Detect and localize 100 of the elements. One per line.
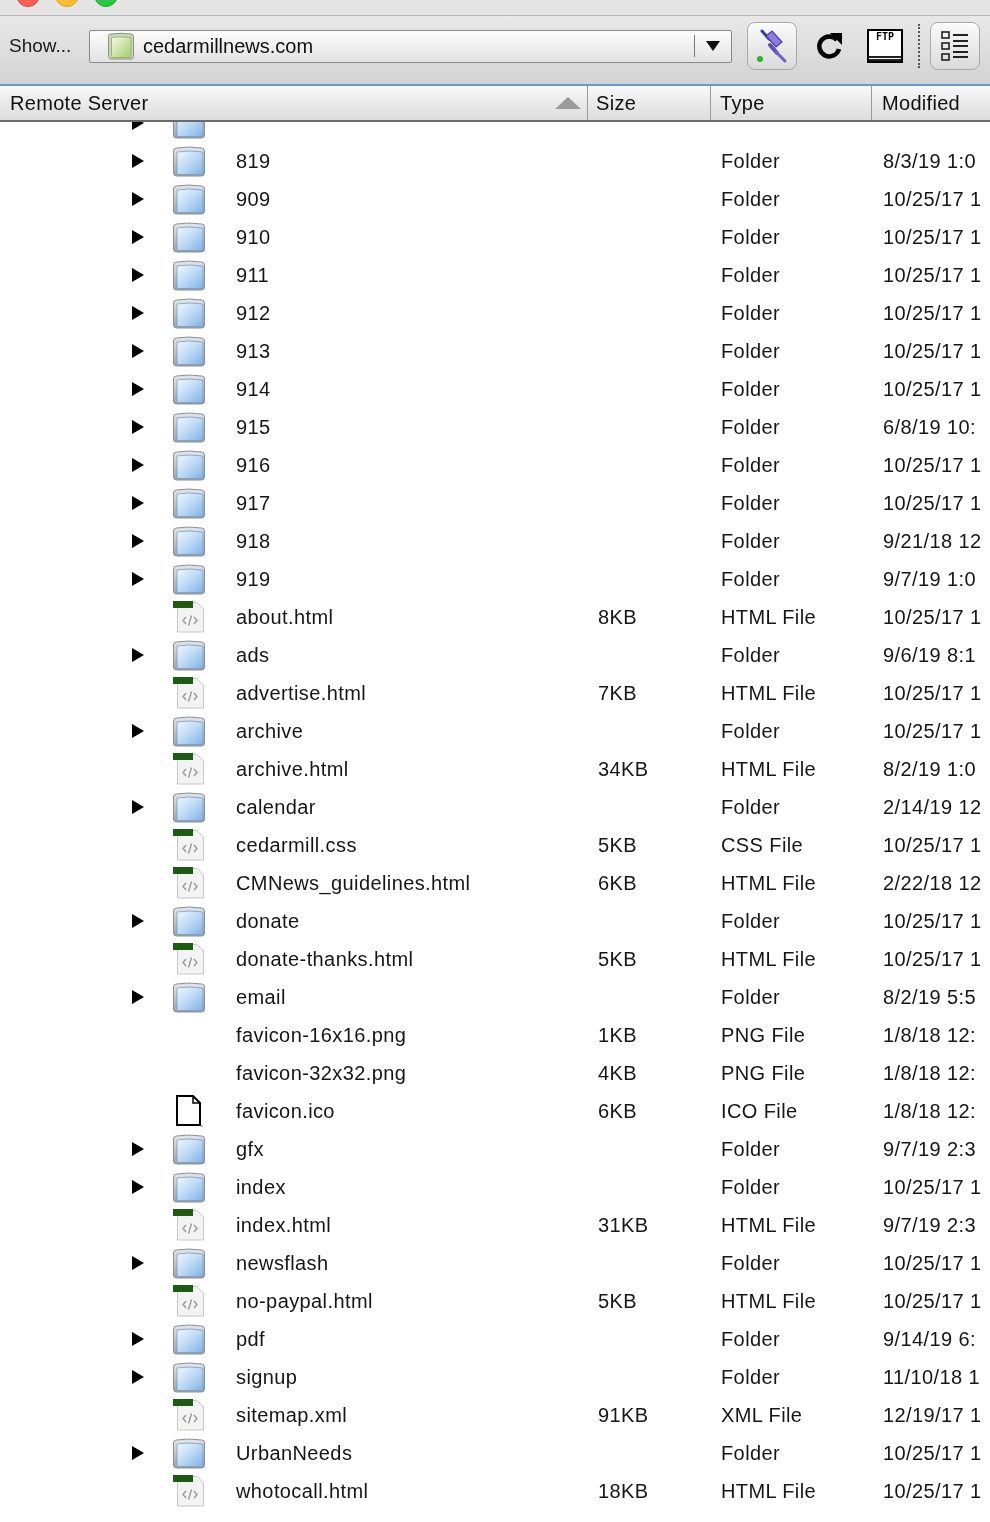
file-size: 31KB <box>598 1214 649 1236</box>
file-type: HTML File <box>721 872 817 894</box>
code-file-icon <box>173 1285 205 1317</box>
site-dropdown[interactable]: cedarmillnews.com <box>89 29 732 63</box>
modified-date: 1/8/18 12: <box>883 1100 976 1122</box>
folder-icon <box>172 1133 206 1165</box>
file-type: Folder <box>721 530 781 552</box>
disclosure-triangle-icon[interactable] <box>132 154 144 168</box>
disclosure-triangle-icon[interactable] <box>132 306 144 320</box>
folder-icon <box>172 373 206 405</box>
disclosure-triangle-icon[interactable] <box>132 420 144 434</box>
modified-date: 10/25/17 1 <box>883 188 982 210</box>
file-type: HTML File <box>721 1290 817 1312</box>
disclosure-triangle-icon[interactable] <box>132 496 144 510</box>
file-name: donate-thanks.html <box>236 947 414 972</box>
disclosure-triangle-icon[interactable] <box>132 1446 144 1460</box>
folder-icon <box>172 1171 206 1203</box>
column-header[interactable]: Type <box>711 88 765 118</box>
file-size: 6KB <box>598 872 637 894</box>
expand-view-button[interactable] <box>930 22 980 70</box>
code-file-icon <box>173 1475 205 1507</box>
folder-icon <box>172 791 206 823</box>
file-name: cedarmill.css <box>236 833 357 858</box>
modified-date: 10/25/17 1 <box>883 378 982 400</box>
file-size: 6KB <box>598 1100 637 1122</box>
caret-icon <box>706 41 720 51</box>
file-name: 909 <box>236 187 271 212</box>
disclosure-triangle-icon[interactable] <box>132 1180 144 1194</box>
file-size: 34KB <box>598 758 649 780</box>
file-type: Folder <box>721 1252 781 1274</box>
file-name: 913 <box>236 339 271 364</box>
file-type: Folder <box>721 910 781 932</box>
modified-date: 8/2/19 5:5 <box>883 986 976 1008</box>
disclosure-triangle-icon[interactable] <box>132 458 144 472</box>
file-type: XML File <box>721 1404 803 1426</box>
file-name: 917 <box>236 491 271 516</box>
file-type: Folder <box>721 1442 781 1464</box>
file-type: HTML File <box>721 606 817 628</box>
file-type: ICO File <box>721 1100 798 1122</box>
disclosure-triangle-icon[interactable] <box>132 268 144 282</box>
disclosure-triangle-icon[interactable] <box>132 192 144 206</box>
disclosure-triangle-icon[interactable] <box>132 382 144 396</box>
modified-date: 6/8/19 10: <box>883 416 976 438</box>
file-type: Folder <box>721 1176 781 1198</box>
code-file-icon <box>173 601 205 633</box>
file-name: newsflash <box>236 1251 329 1276</box>
folder-icon <box>172 335 206 367</box>
column-header[interactable]: Size <box>588 88 637 118</box>
file-name: 910 <box>236 225 271 250</box>
modified-date: 10/25/17 1 <box>883 1176 982 1198</box>
modified-date: 10/25/17 1 <box>883 1442 982 1464</box>
folder-icon <box>172 1323 206 1355</box>
disclosure-triangle-icon[interactable] <box>132 572 144 586</box>
ftp-log-button[interactable]: FTP <box>869 31 901 61</box>
file-size: 91KB <box>598 1404 649 1426</box>
folder-icon <box>172 259 206 291</box>
file-name: whotocall.html <box>236 1479 369 1504</box>
file-type: HTML File <box>721 758 817 780</box>
file-type: Folder <box>721 340 781 362</box>
list-view-icon <box>940 30 970 62</box>
disclosure-triangle-icon[interactable] <box>132 724 144 738</box>
blank-file-icon <box>175 1095 203 1127</box>
code-file-icon <box>173 867 205 899</box>
file-name: 919 <box>236 567 271 592</box>
disclosure-triangle-icon[interactable] <box>132 914 144 928</box>
folder-icon <box>172 411 206 443</box>
disclosure-triangle-icon[interactable] <box>132 800 144 814</box>
modified-date: 8/3/19 1:0 <box>883 150 976 172</box>
file-name: sitemap.xml <box>236 1403 348 1428</box>
disclosure-triangle-icon[interactable] <box>132 990 144 1004</box>
code-file-icon <box>173 1399 205 1431</box>
disclosure-triangle-icon[interactable] <box>132 648 144 662</box>
file-type: PNG File <box>721 1024 806 1046</box>
column-header[interactable]: Modified <box>872 88 960 118</box>
disclosure-triangle-icon[interactable] <box>132 230 144 244</box>
refresh-icon <box>815 31 843 61</box>
disclosure-triangle-icon[interactable] <box>132 1142 144 1156</box>
show-label: Show... <box>8 33 73 58</box>
disclosure-triangle-icon[interactable] <box>132 534 144 548</box>
file-type: Folder <box>721 986 781 1008</box>
file-name: 918 <box>236 529 271 554</box>
modified-date: 9/21/18 12 <box>883 530 982 552</box>
folder-icon <box>172 525 206 557</box>
file-name: UrbanNeeds <box>236 1441 353 1466</box>
disclosure-triangle-icon[interactable] <box>132 1256 144 1270</box>
disclosure-triangle-icon[interactable] <box>132 1332 144 1346</box>
folder-icon <box>172 449 206 481</box>
file-name: pdf <box>236 1327 265 1352</box>
modified-date: 10/25/17 1 <box>883 682 982 704</box>
disclosure-triangle-icon[interactable] <box>132 1370 144 1384</box>
folder-icon <box>172 487 206 519</box>
modified-date: 10/25/17 1 <box>883 340 982 362</box>
modified-date: 1/8/18 12: <box>883 1024 976 1046</box>
file-name: gfx <box>236 1137 264 1162</box>
connect-button[interactable] <box>747 22 797 70</box>
column-header[interactable]: Remote Server <box>0 88 149 118</box>
file-name: signup <box>236 1365 298 1390</box>
folder-icon <box>107 32 135 60</box>
modified-date: 10/25/17 1 <box>883 606 982 628</box>
disclosure-triangle-icon[interactable] <box>132 344 144 358</box>
